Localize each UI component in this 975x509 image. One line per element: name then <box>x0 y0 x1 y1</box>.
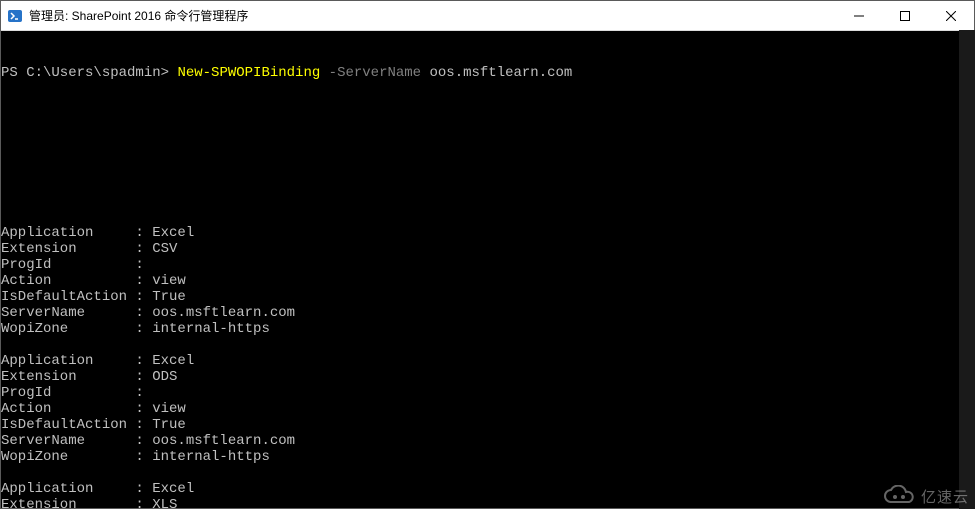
window-controls <box>836 1 974 30</box>
output-line: IsDefaultAction : True <box>1 417 974 433</box>
maximize-button[interactable] <box>882 1 928 30</box>
command-line: PS C:\Users\spadmin> New-SPWOPIBinding -… <box>1 65 974 81</box>
ps-prompt: PS C:\Users\spadmin> <box>1 65 177 81</box>
window-title: 管理员: SharePoint 2016 命令行管理程序 <box>29 7 836 24</box>
output-line: Application : Excel <box>1 481 974 497</box>
blank-line <box>1 337 974 353</box>
minimize-button[interactable] <box>836 1 882 30</box>
powershell-window: 管理员: SharePoint 2016 命令行管理程序 PS C:\Users… <box>0 0 975 509</box>
output-line: IsDefaultAction : True <box>1 289 974 305</box>
terminal-output[interactable]: PS C:\Users\spadmin> New-SPWOPIBinding -… <box>1 31 974 508</box>
output-line: WopiZone : internal-https <box>1 449 974 465</box>
param-flag: -ServerName <box>320 65 429 81</box>
output-line: ProgId : <box>1 385 974 401</box>
param-value: oos.msftlearn.com <box>429 65 572 81</box>
output-line: Application : Excel <box>1 225 974 241</box>
output-line: ProgId : <box>1 257 974 273</box>
output-line: Extension : CSV <box>1 241 974 257</box>
close-button[interactable] <box>928 1 974 30</box>
output-line: ServerName : oos.msftlearn.com <box>1 305 974 321</box>
titlebar[interactable]: 管理员: SharePoint 2016 命令行管理程序 <box>1 1 974 31</box>
cmdlet-name: New-SPWOPIBinding <box>177 65 320 81</box>
output-line: Action : view <box>1 401 974 417</box>
output-line: ServerName : oos.msftlearn.com <box>1 433 974 449</box>
vertical-scrollbar[interactable] <box>959 30 975 509</box>
output-line: Extension : XLS <box>1 497 974 508</box>
blank-line <box>1 465 974 481</box>
output-line: WopiZone : internal-https <box>1 321 974 337</box>
output-line: Action : view <box>1 273 974 289</box>
blank-line <box>1 113 974 129</box>
app-icon <box>7 8 23 24</box>
output-line: Application : Excel <box>1 353 974 369</box>
blank-line <box>1 161 974 177</box>
output-line: Extension : ODS <box>1 369 974 385</box>
